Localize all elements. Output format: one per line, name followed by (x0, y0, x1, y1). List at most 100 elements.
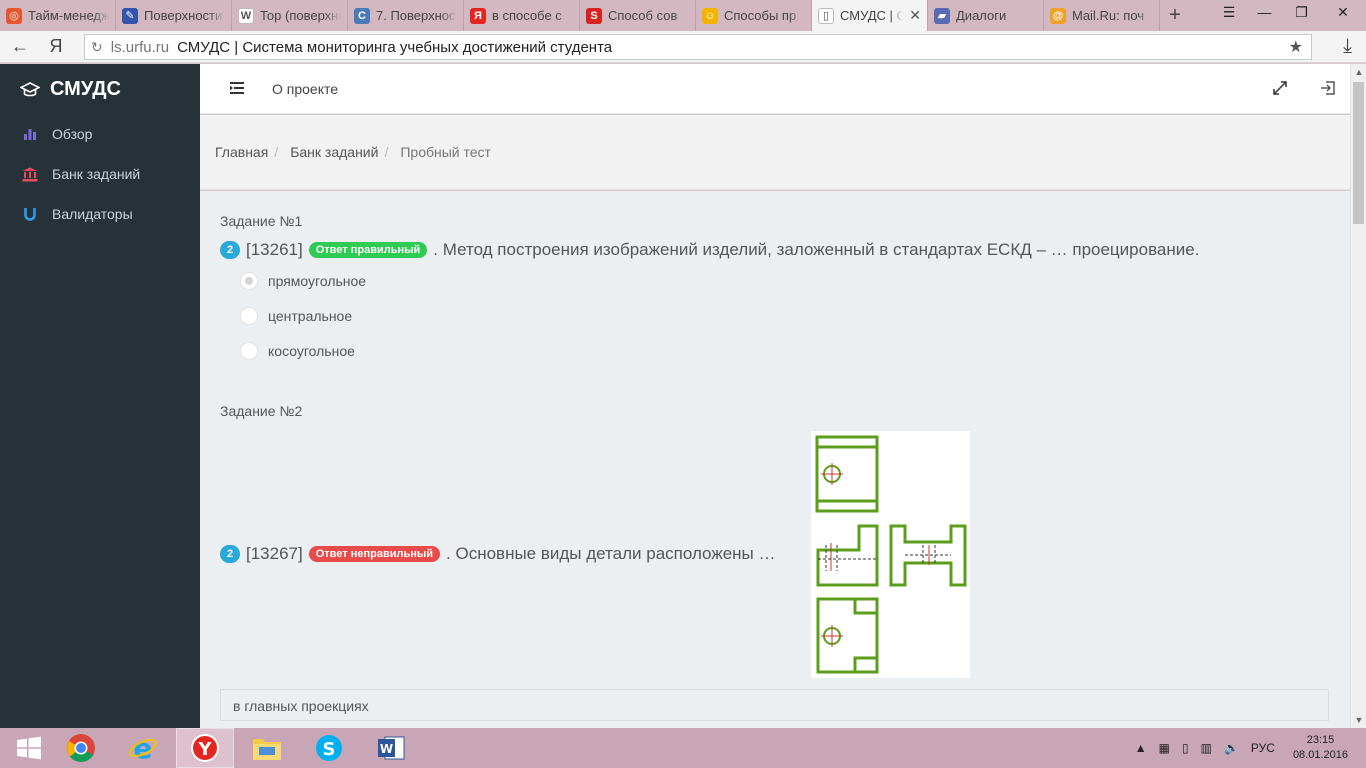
address-bar: ← Я ↻ ls.urfu.ru СМУДС | Система монитор… (0, 31, 1366, 63)
menu-toggle-icon[interactable] (230, 81, 244, 95)
url-field[interactable]: ↻ ls.urfu.ru СМУДС | Система мониторинга… (84, 34, 1312, 60)
answer-option[interactable]: прямоугольное (240, 272, 366, 290)
tab-favicon-s: S (586, 7, 602, 24)
browser-menu-icon[interactable]: ☰ (1212, 0, 1246, 24)
browser-tab-label: Способы пр (724, 8, 797, 23)
restore-icon[interactable]: ❐ (1283, 0, 1320, 24)
fullscreen-icon[interactable] (1273, 81, 1287, 95)
minimize-icon[interactable]: — (1246, 0, 1283, 24)
tab-favicon-mail: @ (1050, 7, 1066, 24)
answer-option[interactable]: центральное (240, 307, 352, 325)
download-icon[interactable]: ⤓ (1343, 35, 1352, 58)
sidebar-item-overview[interactable]: Обзор (22, 126, 92, 142)
page-scrollbar[interactable]: ▲ ▼ (1350, 64, 1366, 728)
sidebar-item-task-bank[interactable]: Банк заданий (22, 166, 140, 182)
question-text: . Метод построения изображений изделий, … (433, 240, 1200, 259)
browser-tab-label: 7. Поверхности (376, 8, 457, 23)
task-2-question: 2 [13267] Ответ неправильный . Основные … (220, 544, 775, 564)
browser-tab[interactable]: Яв способе с (464, 0, 580, 31)
window-close-icon[interactable]: ✕ (1320, 0, 1366, 24)
file-explorer-icon[interactable] (238, 728, 296, 768)
browser-tab[interactable]: ▰ Диалоги (928, 0, 1044, 31)
tab-favicon-pencil: ✎ (122, 7, 138, 24)
tab-favicon-smile: ☺ (702, 7, 718, 24)
breadcrumb-task-bank[interactable]: Банк заданий (290, 144, 378, 160)
internet-explorer-icon[interactable]: e (114, 728, 172, 768)
browser-tab[interactable]: ☺ Способы пр (696, 0, 812, 31)
radio-button-selected[interactable] (240, 272, 258, 290)
window-controls: ☰ — ❐ ✕ (1212, 0, 1366, 24)
show-hidden-icons-icon[interactable]: ▲ (1135, 741, 1147, 755)
bookmark-star-icon[interactable]: ★ (1289, 37, 1303, 57)
volume-icon[interactable]: 🔈 (1224, 741, 1239, 755)
browser-tab[interactable]: W Тор (поверхность) (232, 0, 348, 31)
clock[interactable]: 23:15 08.01.2016 (1293, 733, 1348, 763)
sidebar-item-label: Обзор (52, 126, 93, 142)
yandex-browser-icon[interactable]: Y (176, 728, 234, 768)
task-1-title: Задание №1 (220, 213, 303, 229)
breadcrumb-home[interactable]: Главная (215, 144, 268, 160)
svg-text:W: W (380, 742, 393, 756)
sidebar-item-validators[interactable]: Валидаторы (22, 206, 133, 222)
brand[interactable]: СМУДС (20, 78, 121, 101)
network-icon[interactable]: ▥ (1201, 741, 1212, 755)
browser-tab-strip: ◎ Тайм-менеджмент ✎ Поверхности W Тор (поверх… (0, 0, 1366, 31)
browser-tab-label: Mail.Ru: поч (1072, 8, 1145, 23)
browser-tab[interactable]: ▯ СМУДС | Си ✕ (812, 0, 928, 31)
scroll-up-arrow-icon[interactable]: ▲ (1351, 64, 1366, 80)
answer-option[interactable]: косоугольное (240, 342, 355, 360)
answer-text-field[interactable]: в главных проекциях (220, 689, 1329, 721)
action-center-icon[interactable]: ▦ (1159, 741, 1170, 755)
answer-option-label: центральное (268, 308, 353, 324)
url-host: ls.urfu.ru (110, 38, 170, 56)
browser-tab-label: в способе с (492, 8, 562, 23)
radio-button[interactable] (240, 307, 258, 325)
browser-tab[interactable]: ✎ Поверхности (116, 0, 232, 31)
windows-taskbar: e Y S W ▲ ▦ ▯ ▥ 🔈 РУС 23:15 08.01.2016 (0, 728, 1366, 768)
task-2-title: Задание №2 (220, 403, 303, 419)
chrome-icon[interactable] (52, 728, 110, 768)
windows-start-icon[interactable] (0, 728, 58, 768)
browser-tab[interactable]: S Способ сов (580, 0, 696, 31)
yandex-home-button[interactable]: Я (40, 36, 72, 57)
breadcrumb-separator: / (274, 144, 279, 160)
browser-tab[interactable]: C 7. Поверхности (348, 0, 464, 31)
logout-icon[interactable] (1320, 80, 1336, 96)
svg-text:S: S (323, 739, 336, 760)
skype-icon[interactable]: S (300, 728, 358, 768)
answer-option-label: прямоугольное (268, 273, 367, 289)
top-header: О проекте (200, 64, 1350, 114)
breadcrumb: Главная / Банк заданий / Пробный тест (200, 115, 1350, 190)
word-icon[interactable]: W (362, 728, 420, 768)
browser-tab[interactable]: @ Mail.Ru: поч (1044, 0, 1160, 31)
new-tab-button[interactable]: + (1160, 0, 1190, 31)
svg-text:Y: Y (197, 739, 212, 760)
sidebar: СМУДС Обзор Банк заданий Валидаторы (0, 64, 200, 728)
reload-icon[interactable]: ↻ (91, 39, 103, 56)
back-arrow-icon[interactable]: ← (0, 36, 40, 57)
url-page-title: СМУДС | Система мониторинга учебных дост… (177, 38, 613, 56)
language-indicator[interactable]: РУС (1251, 741, 1275, 755)
scrollbar-thumb[interactable] (1353, 82, 1364, 224)
about-project-link[interactable]: О проекте (272, 81, 338, 97)
technical-drawing-image (811, 431, 970, 678)
sidebar-item-label: Валидаторы (52, 206, 133, 222)
tab-close-icon[interactable]: ✕ (909, 7, 921, 24)
question-text: . Основные виды детали расположены … (446, 544, 776, 563)
browser-tab-label: Тор (поверхность) (260, 8, 341, 23)
bank-icon (22, 166, 38, 182)
brand-name: СМУДС (50, 78, 121, 100)
tab-favicon-timemanagement: ◎ (6, 7, 22, 24)
main-content: Задание №1 2 [13261] Ответ правильный . … (200, 191, 1350, 728)
battery-icon[interactable]: ▯ (1182, 741, 1189, 755)
browser-tab-label: Диалоги (956, 8, 1007, 23)
browser-tab-label: Тайм-менеджмент (28, 8, 109, 23)
browser-tab[interactable]: ◎ Тайм-менеджмент (0, 0, 116, 31)
radio-button[interactable] (240, 342, 258, 360)
scroll-down-arrow-icon[interactable]: ▼ (1351, 712, 1366, 728)
question-points-badge: 2 (220, 241, 240, 259)
breadcrumb-current: Пробный тест (400, 144, 491, 160)
breadcrumb-separator: / (384, 144, 389, 160)
clock-time: 23:15 (1306, 734, 1335, 746)
bar-chart-icon (22, 126, 38, 142)
